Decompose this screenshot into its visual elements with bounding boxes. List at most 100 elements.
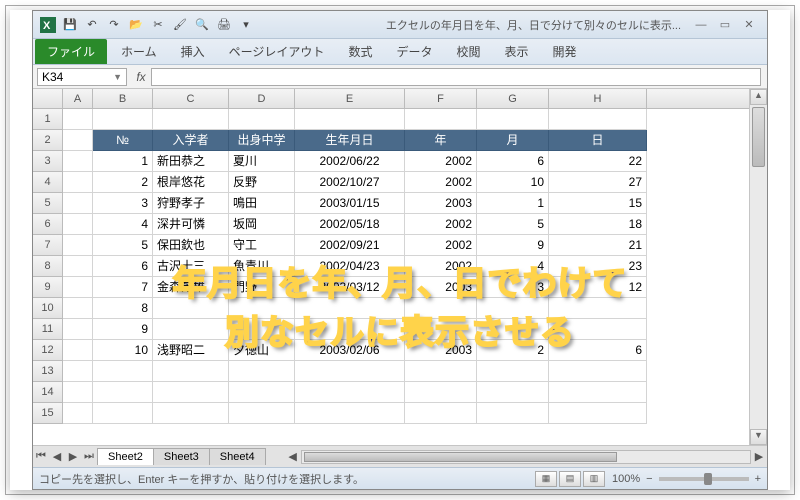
open-icon[interactable]: 📂 bbox=[127, 16, 145, 34]
cell[interactable]: 2 bbox=[93, 172, 153, 193]
formula-input[interactable] bbox=[151, 68, 761, 86]
chevron-down-icon[interactable]: ▾ bbox=[237, 16, 255, 34]
cell[interactable]: 月 bbox=[477, 130, 549, 151]
cell[interactable]: 2002 bbox=[405, 151, 477, 172]
cell[interactable]: 10 bbox=[93, 340, 153, 361]
cell[interactable] bbox=[63, 340, 93, 361]
scroll-left-icon[interactable]: ◀ bbox=[285, 450, 301, 463]
cell[interactable] bbox=[63, 277, 93, 298]
cell[interactable] bbox=[63, 382, 93, 403]
cell[interactable] bbox=[229, 403, 295, 424]
cell[interactable] bbox=[405, 319, 477, 340]
cell[interactable] bbox=[63, 319, 93, 340]
cell[interactable]: 9 bbox=[93, 319, 153, 340]
column-header[interactable]: G bbox=[477, 89, 549, 108]
column-header[interactable]: D bbox=[229, 89, 295, 108]
cell[interactable] bbox=[405, 382, 477, 403]
cell[interactable]: 7 bbox=[93, 277, 153, 298]
undo-icon[interactable]: ↶ bbox=[83, 16, 101, 34]
cell[interactable]: 2002 bbox=[405, 172, 477, 193]
cell[interactable] bbox=[295, 403, 405, 424]
cell[interactable]: 6 bbox=[549, 340, 647, 361]
cut-icon[interactable]: ✂ bbox=[149, 16, 167, 34]
brush-icon[interactable]: 🖌 bbox=[171, 16, 189, 34]
row-header[interactable]: 4 bbox=[33, 172, 63, 193]
scroll-up-icon[interactable]: ▲ bbox=[750, 89, 767, 105]
cell[interactable] bbox=[229, 109, 295, 130]
cell[interactable]: 入学者 bbox=[153, 130, 229, 151]
name-box[interactable]: K34 ▼ bbox=[37, 68, 127, 86]
cell[interactable]: 狩野孝子 bbox=[153, 193, 229, 214]
row-header[interactable]: 14 bbox=[33, 382, 63, 403]
tab-review[interactable]: 校閲 bbox=[444, 39, 492, 64]
cell[interactable]: 門野 bbox=[229, 277, 295, 298]
cell[interactable]: 8 bbox=[93, 298, 153, 319]
cell[interactable] bbox=[477, 382, 549, 403]
cell[interactable]: 2002 bbox=[405, 235, 477, 256]
cell[interactable] bbox=[477, 109, 549, 130]
cell[interactable] bbox=[153, 382, 229, 403]
cell[interactable]: 21 bbox=[549, 235, 647, 256]
tab-formulas[interactable]: 数式 bbox=[336, 39, 384, 64]
cell[interactable] bbox=[63, 109, 93, 130]
cell[interactable] bbox=[405, 109, 477, 130]
cell[interactable]: 反野 bbox=[229, 172, 295, 193]
cell[interactable]: 古沢十三 bbox=[153, 256, 229, 277]
sheet-nav-last-icon[interactable]: ⏭ bbox=[81, 450, 97, 463]
preview-icon[interactable]: 🔍 bbox=[193, 16, 211, 34]
row-header[interactable]: 7 bbox=[33, 235, 63, 256]
cell[interactable]: 1 bbox=[93, 151, 153, 172]
cell[interactable] bbox=[405, 403, 477, 424]
cell[interactable]: 2003 bbox=[405, 277, 477, 298]
cell[interactable] bbox=[229, 382, 295, 403]
cell[interactable] bbox=[477, 403, 549, 424]
tab-dev[interactable]: 開発 bbox=[541, 39, 589, 64]
cell[interactable] bbox=[153, 298, 229, 319]
row-header[interactable]: 8 bbox=[33, 256, 63, 277]
cell[interactable] bbox=[549, 403, 647, 424]
cell[interactable]: 6 bbox=[477, 151, 549, 172]
column-header[interactable]: F bbox=[405, 89, 477, 108]
cell[interactable] bbox=[153, 403, 229, 424]
cell[interactable] bbox=[93, 403, 153, 424]
cell[interactable] bbox=[405, 298, 477, 319]
cell[interactable]: 10 bbox=[477, 172, 549, 193]
sheet-tab[interactable]: Sheet2 bbox=[97, 448, 154, 465]
cell[interactable]: 2003/03/12 bbox=[295, 277, 405, 298]
cell[interactable]: 坂岡 bbox=[229, 214, 295, 235]
cell[interactable]: 5 bbox=[93, 235, 153, 256]
row-header[interactable]: 9 bbox=[33, 277, 63, 298]
cell[interactable]: 2002/10/27 bbox=[295, 172, 405, 193]
cell[interactable] bbox=[295, 319, 405, 340]
column-header[interactable]: C bbox=[153, 89, 229, 108]
column-header[interactable]: B bbox=[93, 89, 153, 108]
cell[interactable]: 2002 bbox=[405, 214, 477, 235]
cell[interactable]: 魚青川 bbox=[229, 256, 295, 277]
scroll-thumb[interactable] bbox=[304, 452, 618, 462]
chevron-down-icon[interactable]: ▼ bbox=[113, 72, 122, 82]
scroll-thumb[interactable] bbox=[752, 107, 765, 167]
cell[interactable] bbox=[93, 382, 153, 403]
cell[interactable]: 4 bbox=[93, 214, 153, 235]
cell[interactable]: 保田欽也 bbox=[153, 235, 229, 256]
cell[interactable]: 2 bbox=[477, 340, 549, 361]
cell[interactable] bbox=[63, 298, 93, 319]
fx-icon[interactable]: fx bbox=[131, 70, 151, 84]
cell[interactable] bbox=[63, 193, 93, 214]
cell[interactable]: 出身中学 bbox=[229, 130, 295, 151]
cell[interactable] bbox=[63, 130, 93, 151]
cell[interactable]: 深井可憐 bbox=[153, 214, 229, 235]
sheet-tab[interactable]: Sheet4 bbox=[209, 448, 266, 465]
row-header[interactable]: 2 bbox=[33, 130, 63, 151]
minimize-icon[interactable]: — bbox=[689, 19, 713, 31]
cell[interactable] bbox=[153, 319, 229, 340]
print-icon[interactable]: 🖨 bbox=[215, 16, 233, 34]
tab-data[interactable]: データ bbox=[384, 39, 444, 64]
sheet-nav-next-icon[interactable]: ▶ bbox=[65, 450, 81, 463]
row-header[interactable]: 1 bbox=[33, 109, 63, 130]
cell[interactable]: 浅野昭二 bbox=[153, 340, 229, 361]
cell[interactable]: 23 bbox=[549, 256, 647, 277]
vertical-scrollbar[interactable]: ▲ ▼ bbox=[749, 89, 767, 445]
cell[interactable]: 4 bbox=[477, 256, 549, 277]
row-header[interactable]: 3 bbox=[33, 151, 63, 172]
